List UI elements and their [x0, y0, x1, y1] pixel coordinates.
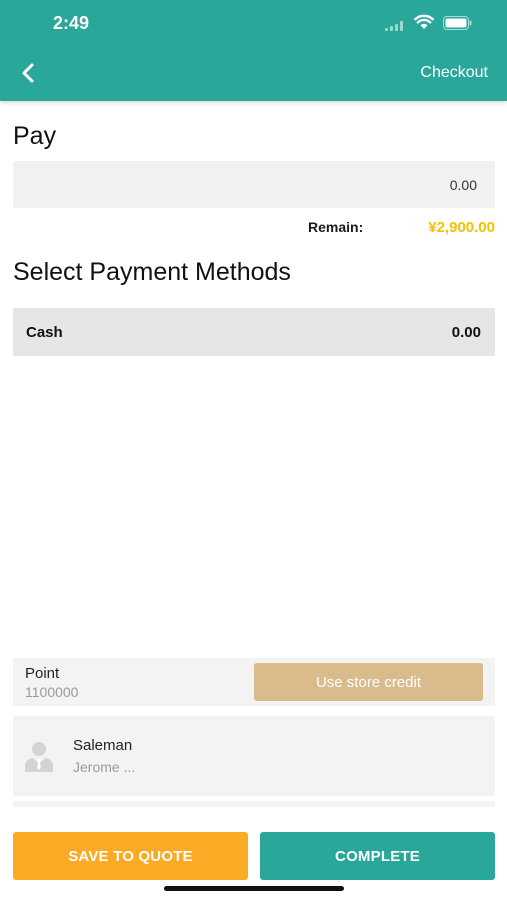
wifi-icon [414, 14, 434, 29]
pay-label: Pay [13, 122, 57, 150]
salesman-label: Saleman [73, 737, 133, 754]
point-panel: Point 1100000 Use store credit [13, 658, 495, 706]
save-to-quote-button[interactable]: SAVE TO QUOTE [13, 832, 248, 880]
back-chevron-icon[interactable] [14, 58, 44, 88]
app-header: 2:49 Checkout [0, 0, 507, 101]
battery-icon [443, 16, 472, 30]
pay-amount-value: 0.00 [449, 176, 477, 193]
home-indicator [164, 886, 344, 891]
payment-method-name: Cash [26, 323, 63, 341]
salesman-panel[interactable]: Saleman Jerome ... [13, 716, 495, 796]
payment-method-cash[interactable]: Cash 0.00 [13, 308, 495, 356]
payment-methods-title: Select Payment Methods [13, 258, 291, 286]
point-label: Point [25, 665, 60, 682]
person-icon [25, 742, 53, 772]
cellular-signal-icon [385, 21, 409, 31]
next-panel-edge [13, 801, 495, 807]
use-store-credit-button[interactable]: Use store credit [254, 663, 483, 701]
status-time: 2:49 [53, 13, 90, 33]
pay-amount-input[interactable]: 0.00 [13, 161, 495, 208]
salesman-value: Jerome ... [73, 759, 136, 775]
complete-button[interactable]: COMPLETE [260, 832, 495, 880]
remain-value: ¥2,900.00 [428, 219, 495, 236]
payment-method-amount: 0.00 [451, 323, 481, 341]
point-value: 1100000 [25, 684, 79, 700]
remain-label: Remain: [308, 219, 364, 235]
header-title: Checkout [420, 64, 488, 81]
